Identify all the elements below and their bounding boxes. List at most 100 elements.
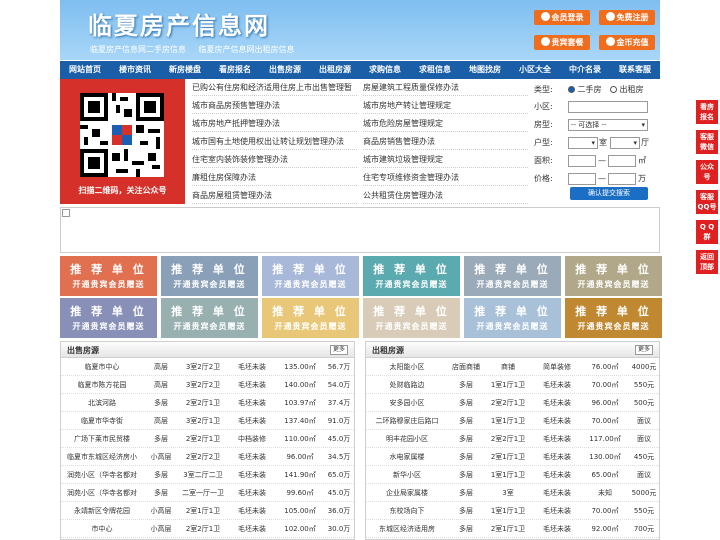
recommend-ad[interactable]: 推 荐 单 位开通贵宾会员赠送: [60, 298, 157, 338]
community-cell[interactable]: 润苑小区（华寺名都对: [61, 484, 143, 502]
policy-link[interactable]: 城市国有土地使用权出让转让规划管理办法: [192, 133, 357, 150]
policy-link[interactable]: 已购公有住房和经济适用住房上市出售管理暂: [192, 79, 357, 96]
price-min-input[interactable]: [568, 173, 596, 185]
nav-item[interactable]: 求租信息: [410, 61, 460, 79]
kind-select[interactable]: -- 可选择 -- ▾: [568, 119, 648, 131]
table-row[interactable]: 处财临路边 多层 1室1厅1卫 毛坯未装 70.00㎡ 550元: [366, 376, 659, 394]
nav-item[interactable]: 出租房源: [310, 61, 360, 79]
table-row[interactable]: 临夏市中心 高层 3室2厅2卫 毛坯未装 135.00㎡ 56.7万: [61, 358, 354, 376]
free-register-button[interactable]: 免费注册: [599, 10, 655, 25]
nav-item[interactable]: 网站首页: [60, 61, 110, 79]
policy-link[interactable]: 城市房地产抵押管理办法: [192, 115, 357, 132]
community-cell[interactable]: 永靖新区令牌花园: [61, 502, 143, 520]
community-cell[interactable]: 广场下莱市民贸楼: [61, 430, 143, 448]
table-row[interactable]: 企业局家属楼 多层 3室 毛坯未装 未知 5000元: [366, 484, 659, 502]
subtitle-rent[interactable]: 临夏房产信息网出租房信息: [199, 45, 295, 54]
table-row[interactable]: 临夏市东城区经济房小 小高层 2室2厅2卫 毛坯未装 96.00㎡ 34.5万: [61, 448, 354, 466]
policy-link[interactable]: 公共租赁住房管理办法: [363, 187, 528, 204]
table-row[interactable]: 北滨河路 多层 2室2厅1卫 毛坯未装 103.97㎡ 37.4万: [61, 394, 354, 412]
type-sale-radio[interactable]: 二手房: [568, 83, 602, 97]
area-min-input[interactable]: [568, 155, 596, 167]
nav-item[interactable]: 中介名录: [560, 61, 610, 79]
nav-item[interactable]: 求购信息: [360, 61, 410, 79]
nav-item[interactable]: 联系客服: [610, 61, 660, 79]
recommend-ad[interactable]: 推 荐 单 位开通贵宾会员赠送: [262, 298, 359, 338]
float-button[interactable]: 公众 号: [696, 160, 718, 184]
nav-item[interactable]: 楼市资讯: [110, 61, 160, 79]
nav-item[interactable]: 地图找房: [460, 61, 510, 79]
float-button[interactable]: 返回 顶部: [696, 250, 718, 274]
recommend-ad[interactable]: 推 荐 单 位开通贵宾会员赠送: [565, 298, 662, 338]
float-button[interactable]: 看房 报名: [696, 100, 718, 124]
community-cell[interactable]: 太阳能小区: [366, 358, 448, 376]
community-cell[interactable]: 二环路穆家庄后路口: [366, 412, 448, 430]
community-cell[interactable]: 处财临路边: [366, 376, 448, 394]
site-title[interactable]: 临夏房产信息网: [88, 6, 270, 41]
policy-link[interactable]: 城市建筑垃圾管理规定: [363, 151, 528, 168]
community-cell[interactable]: 临夏市陈方花园: [61, 376, 143, 394]
recommend-ad[interactable]: 推 荐 单 位开通贵宾会员赠送: [262, 256, 359, 296]
table-row[interactable]: 润苑小区（华寺名都对 多层 二室一厅一卫 毛坯未装 99.60㎡ 45.0万: [61, 484, 354, 502]
table-row[interactable]: 水电家属楼 多层 2室1厅1卫 毛坯未装 130.00㎡ 450元: [366, 448, 659, 466]
table-row[interactable]: 市中心 小高层 2室2厅1卫 毛坯未装 102.00㎡ 30.0万: [61, 520, 354, 538]
table-row[interactable]: 东校场向下 多层 1室1厅1卫 毛坯未装 70.00㎡ 550元: [366, 502, 659, 520]
recommend-ad[interactable]: 推 荐 单 位开通贵宾会员赠送: [464, 256, 561, 296]
price-max-input[interactable]: [608, 173, 636, 185]
type-rent-radio[interactable]: 出租房: [610, 83, 644, 97]
table-row[interactable]: 安多园小区 多层 2室2厅1卫 毛坯未装 96.00㎡ 500元: [366, 394, 659, 412]
community-cell[interactable]: 东城区经济适用房: [366, 520, 448, 538]
recommend-ad[interactable]: 推 荐 单 位开通贵宾会员赠送: [161, 256, 258, 296]
table-row[interactable]: 临夏市陈方花园 高层 3室2厅2卫 毛坯未装 140.00㎡ 54.0万: [61, 376, 354, 394]
nav-item[interactable]: 新房楼盘: [160, 61, 210, 79]
policy-link[interactable]: 住宅室内装饰装修管理办法: [192, 151, 357, 168]
community-cell[interactable]: 明丰花园小区: [366, 430, 448, 448]
policy-link[interactable]: 廉租住房保障办法: [192, 169, 357, 186]
policy-link[interactable]: 商品房屋租赁管理办法: [192, 187, 357, 204]
nav-item[interactable]: 出售房源: [260, 61, 310, 79]
policy-link[interactable]: 城市商品房预售管理办法: [192, 97, 357, 114]
community-cell[interactable]: 临夏市中心: [61, 358, 143, 376]
community-cell[interactable]: 水电家属楼: [366, 448, 448, 466]
table-row[interactable]: 新华小区 多层 1室1厅1卫 毛坯未装 65.00㎡ 面议: [366, 466, 659, 484]
community-cell[interactable]: 临夏市东城区经济房小: [61, 448, 143, 466]
room-select[interactable]: ▾: [568, 137, 598, 149]
table-row[interactable]: 临夏市华寺街 高层 3室2厅1卫 毛坯未装 137.40㎡ 91.0万: [61, 412, 354, 430]
float-button[interactable]: 客服 QQ号: [696, 190, 718, 214]
recommend-ad[interactable]: 推 荐 单 位开通贵宾会员赠送: [363, 256, 460, 296]
community-cell[interactable]: 北滨河路: [61, 394, 143, 412]
table-row[interactable]: 太阳能小区 店面商铺 商铺 简单装修 76.00㎡ 4000元: [366, 358, 659, 376]
policy-link[interactable]: 住宅专项维修资金管理办法: [363, 169, 528, 186]
community-input[interactable]: [568, 101, 648, 113]
table-row[interactable]: 永靖新区令牌花园 小高层 2室1厅1卫 毛坯未装 105.00㎡ 36.0万: [61, 502, 354, 520]
recommend-ad[interactable]: 推 荐 单 位开通贵宾会员赠送: [565, 256, 662, 296]
table-row[interactable]: 明丰花园小区 多层 2室2厅1卫 毛坯未装 117.00㎡ 面议: [366, 430, 659, 448]
area-max-input[interactable]: [608, 155, 636, 167]
recommend-ad[interactable]: 推 荐 单 位开通贵宾会员赠送: [60, 256, 157, 296]
nav-item[interactable]: 看房报名: [210, 61, 260, 79]
float-button[interactable]: Q Q 群: [696, 220, 718, 244]
recommend-ad[interactable]: 推 荐 单 位开通贵宾会员赠送: [464, 298, 561, 338]
community-cell[interactable]: 市中心: [61, 520, 143, 538]
community-cell[interactable]: 新华小区: [366, 466, 448, 484]
community-cell[interactable]: 东校场向下: [366, 502, 448, 520]
float-button[interactable]: 客服 微信: [696, 130, 718, 154]
search-submit-button[interactable]: 确认提交搜索: [570, 187, 648, 200]
community-cell[interactable]: 企业局家属楼: [366, 484, 448, 502]
recommend-ad[interactable]: 推 荐 单 位开通贵宾会员赠送: [161, 298, 258, 338]
policy-link[interactable]: 商品房销售管理办法: [363, 133, 528, 150]
hall-select[interactable]: ▾: [610, 137, 640, 149]
sale-more-button[interactable]: 更多: [329, 345, 348, 355]
coin-recharge-button[interactable]: 金币充值: [599, 35, 655, 50]
member-login-button[interactable]: 会员登录: [534, 10, 590, 25]
vip-package-button[interactable]: 贵宾套餐: [534, 35, 590, 50]
policy-link[interactable]: 房屋建筑工程质量保修办法: [363, 79, 528, 96]
community-cell[interactable]: 安多园小区: [366, 394, 448, 412]
community-cell[interactable]: 润苑小区（华寺名都对: [61, 466, 143, 484]
policy-link[interactable]: 城市房地产转让管理规定: [363, 97, 528, 114]
recommend-ad[interactable]: 推 荐 单 位开通贵宾会员赠送: [363, 298, 460, 338]
table-row[interactable]: 润苑小区（华寺名都对 多层 3室二厅二卫 毛坯未装 141.90㎡ 65.0万: [61, 466, 354, 484]
nav-item[interactable]: 小区大全: [510, 61, 560, 79]
subtitle-sale[interactable]: 临夏房产信息网二手房信息: [90, 45, 186, 54]
policy-link[interactable]: 城市危险房屋管理规定: [363, 115, 528, 132]
table-row[interactable]: 二环路穆家庄后路口 多层 1室1厅1卫 毛坯未装 70.00㎡ 面议: [366, 412, 659, 430]
